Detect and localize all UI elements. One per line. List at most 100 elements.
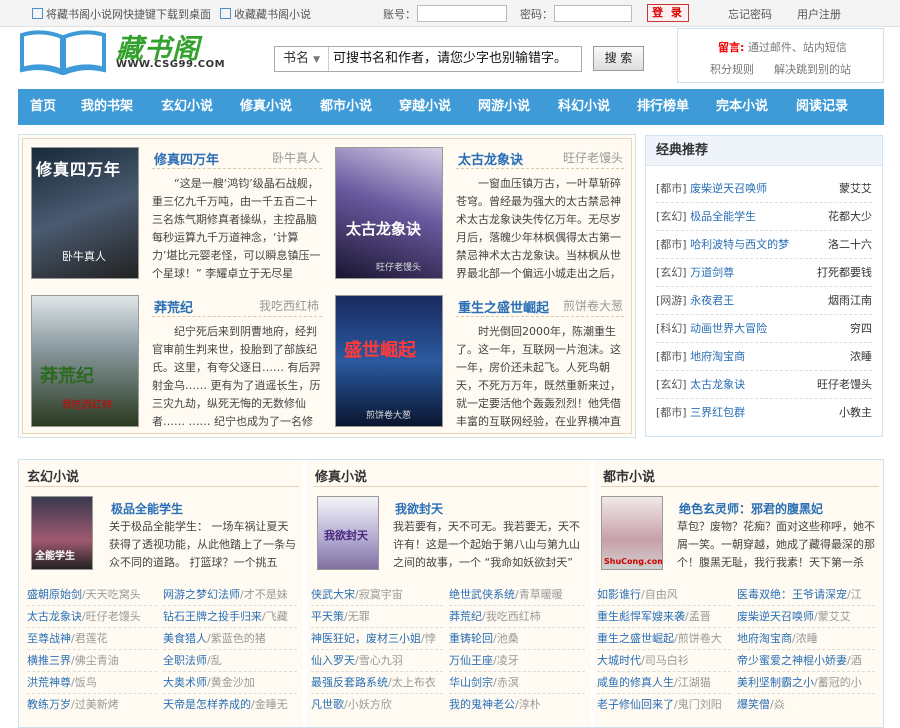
list-item[interactable]: 咸鱼的修真人生/江湖猫 [597,672,731,694]
nav-history[interactable]: 阅读记录 [796,89,848,125]
nav-xiuzhen[interactable]: 修真小说 [240,89,292,125]
favorite-link[interactable]: 收藏藏书阁小说 [220,6,311,22]
list-item[interactable]: [都市] 地府淘宝商 浓睡 [656,344,872,371]
list-item[interactable]: 华山剑宗/赤溟 [449,672,585,694]
list-item[interactable]: 重生之盛世崛起/煎饼卷大 [597,628,731,650]
book-cover[interactable]: 盛世崛起 煎饼卷大葱 [335,295,443,427]
classic-title: 经典推荐 [646,136,882,166]
list-item[interactable]: 网游之梦幻法师/才不是妹 [163,584,297,606]
feature-title[interactable]: 绝色玄灵师：邪君的腹黑妃 [679,500,823,517]
list-item[interactable]: 盛朝原始剑/天天吃窝头 [27,584,157,606]
list-item[interactable]: 钻石王牌之投手归来/飞藏 [163,606,297,628]
nav-chuanyue[interactable]: 穿越小说 [399,89,451,125]
nav-ranking[interactable]: 排行榜单 [637,89,689,125]
forgot-password-link[interactable]: 忘记密码 [728,6,772,22]
nav-bookshelf[interactable]: 我的书架 [81,89,133,125]
list-item[interactable]: 莽荒纪/我吃西红柿 [449,606,585,628]
feature-title[interactable]: 极品全能学生 [111,500,183,517]
nav-xuanhuan[interactable]: 玄幻小说 [161,89,213,125]
book-description: “这是一艘‘鸿钧’级晶石战舰，重三亿九千万吨，由一千五百二十三名炼气期修真者操纵… [152,177,321,280]
list-item[interactable]: 废柴逆天召唤师/蒙艾艾 [737,606,875,628]
book-author[interactable]: 旺仔老馒头 [563,149,623,166]
list-item[interactable]: 重铸轮回/池桑 [449,628,585,650]
list-item[interactable]: 至尊战神/君莲花 [27,628,157,650]
nav-wangyou[interactable]: 网游小说 [478,89,530,125]
list-item[interactable]: 仙入罗天/雪心九羽 [311,650,443,672]
list-item[interactable]: 天帝是怎样养成的/金睡无 [163,694,297,716]
book-title[interactable]: 修真四万年 [154,149,219,168]
notice-box: 留言: 通过邮件、站内短信 积分规则 解决跳到别的站 [677,28,884,83]
search-type-select[interactable]: 书名 ▼ [275,47,329,71]
list-item[interactable]: [科幻] 动画世界大冒险 穷四 [656,316,872,343]
password-input[interactable] [554,5,632,22]
list-item[interactable]: 重生彪悍军嫂来袭/孟晋 [597,606,731,628]
book-cover[interactable]: 太古龙象诀 旺仔老馒头 [335,147,443,279]
password-label: 密码： [520,8,553,21]
book-author[interactable]: 我吃西红柿 [259,297,319,314]
site-header: 藏书阁 WWW.CSG99.COM 书名 ▼ 可搜书名和作者，请您少字也别输错字… [0,27,900,89]
book-title[interactable]: 莽荒纪 [154,297,193,316]
book-title[interactable]: 重生之盛世崛起 [458,297,549,316]
list-item[interactable]: 平天策/无罪 [311,606,443,628]
list-item[interactable]: 万仙王座/凌牙 [449,650,585,672]
login-button[interactable]: 登 录 [647,4,689,22]
feature-description: 关于极品全能学生： 一场车祸让夏天获得了透视功能，从此他踏上了一条与众不同的道路… [109,520,296,569]
list-item[interactable]: [玄幻] 太古龙象诀 旺仔老馒头 [656,372,872,399]
list-item[interactable]: 美利坚制霸之小/蓄冠的小 [737,672,875,694]
list-item[interactable]: [网游] 永夜君王 烟雨江南 [656,288,872,315]
account-input[interactable] [417,5,507,22]
logo[interactable] [18,27,108,78]
notice-line1[interactable]: 通过邮件、站内短信 [748,41,847,54]
list-item[interactable]: 侠武大宋/寂寞宇宙 [311,584,443,606]
list-item[interactable]: 全职法师/乱 [163,650,297,672]
list-item[interactable]: [都市] 三界红包群 小教主 [656,400,872,427]
book-cover[interactable]: 全能学生 [31,496,93,570]
list-item[interactable]: [都市] 哈利波特与西文的梦 洛二十六 [656,232,872,259]
book-author[interactable]: 卧牛真人 [272,149,320,166]
list-item[interactable]: 医毒双绝：王爷请深宠/江 [737,584,875,606]
list-item[interactable]: 大奥术师/黄金沙加 [163,672,297,694]
book-cover[interactable]: 修真四万年 卧牛真人 [31,147,139,279]
list-item[interactable]: 我的鬼神老公/淳朴 [449,694,585,716]
account-label: 账号： [383,8,416,21]
main-nav: 首页 我的书架 玄幻小说 修真小说 都市小说 穿越小说 网游小说 科幻小说 排行… [18,89,884,125]
list-item[interactable]: 爆笑僧/焱 [737,694,875,716]
list-item[interactable]: 地府淘宝商/浓睡 [737,628,875,650]
book-cover[interactable]: 我欲封天 [317,496,379,570]
list-item[interactable]: 帝少蜜爱之神棍小娇妻/酒 [737,650,875,672]
list-item[interactable]: 老子修仙回来了/鬼门刘阳 [597,694,731,716]
points-rules-link[interactable]: 积分规则 [710,61,754,77]
list-item[interactable]: 教练万岁/过美新烤 [27,694,157,716]
book-cover[interactable]: ShuCong.com [601,496,663,570]
featured-panel: 修真四万年 卧牛真人 修真四万年 卧牛真人 “这是一艘‘鸿钧’级晶石战舰，重三亿… [18,134,636,438]
list-item[interactable]: 凡世歌/小妖方欣 [311,694,443,716]
nav-kehuan[interactable]: 科幻小说 [558,89,610,125]
book-cover[interactable]: 莽荒纪 我吃西红柿 [31,295,139,427]
list-item[interactable]: 绝世武侠系统/青草暖暖 [449,584,585,606]
list-item[interactable]: [都市] 废柴逆天召唤师 蒙艾艾 [656,176,872,203]
search-button[interactable]: 搜 索 [593,46,644,71]
nav-home[interactable]: 首页 [30,89,56,125]
list-item[interactable]: 横推三界/佛尘青油 [27,650,157,672]
book-title[interactable]: 太古龙象诀 [458,149,523,168]
list-item[interactable]: [玄幻] 极品全能学生 花都大少 [656,204,872,231]
list-item[interactable]: 美食猎人/紫蓝色的猪 [163,628,297,650]
feature-title[interactable]: 我欲封天 [395,500,443,517]
list-item[interactable]: 大城时代/司马白衫 [597,650,731,672]
search-box: 书名 ▼ 可搜书名和作者，请您少字也别输错字。 [274,46,582,72]
favorite-icon [220,8,231,19]
nav-dushi[interactable]: 都市小说 [320,89,372,125]
list-item[interactable]: 如影谁行/自由风 [597,584,731,606]
column-title: 修真小说 [315,470,368,485]
nav-completed[interactable]: 完本小说 [716,89,768,125]
list-item[interactable]: 洪荒神尊/饭鸟 [27,672,157,694]
list-item[interactable]: 太古龙象诀/旺仔老馒头 [27,606,157,628]
list-item[interactable]: [玄幻] 万道剑尊 打死都要钱 [656,260,872,287]
search-input[interactable]: 可搜书名和作者，请您少字也别输错字。 [330,47,580,71]
notice-link-redirect[interactable]: 解决跳到别的站 [774,61,851,77]
list-item[interactable]: 神医狂妃，废材三小姐/悖 [311,628,443,650]
desktop-shortcut-link[interactable]: 将藏书阁小说网快捷键下载到桌面 [32,6,211,22]
book-author[interactable]: 煎饼卷大葱 [563,297,623,314]
register-link[interactable]: 用户注册 [797,6,841,22]
list-item[interactable]: 最强反套路系统/太上布衣 [311,672,443,694]
